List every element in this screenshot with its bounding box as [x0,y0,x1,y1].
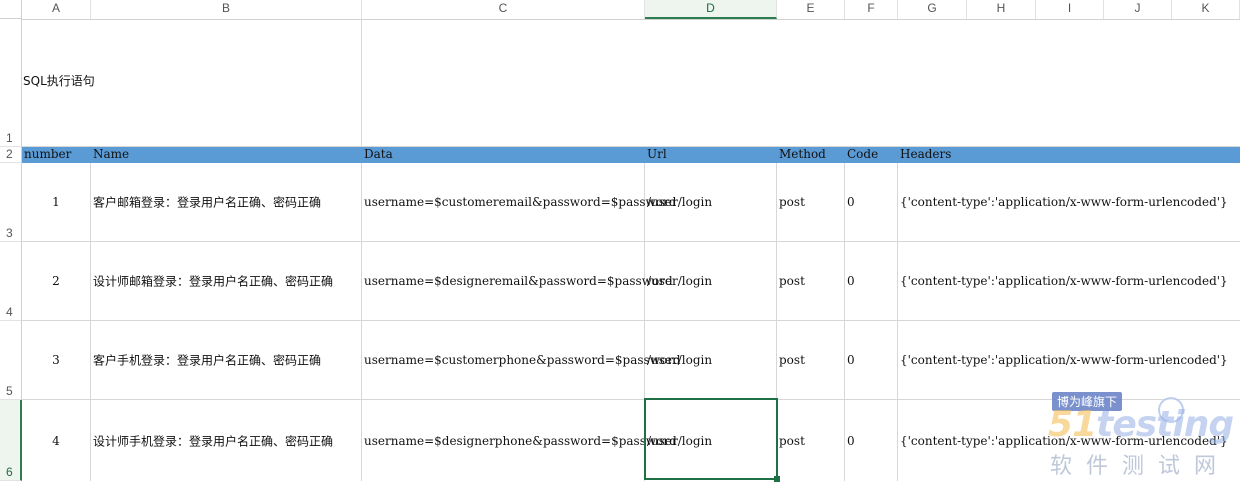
cell-url[interactable]: /user/login [645,242,777,320]
sql-title-text: SQL执行语句 [23,74,95,88]
cell-headers[interactable]: {'content-type':'application/x-www-form-… [898,163,1240,241]
cell-url[interactable]: /user/login [645,321,777,399]
selected-cell-d6[interactable] [644,398,778,480]
cell-a1-b1-merged[interactable]: SQL执行语句 [22,19,362,146]
watermark-brand: 51testing [1048,404,1234,445]
table-row: 2 设计师邮箱登录：登录用户名正确、密码正确 username=$designe… [22,242,1240,321]
watermark-logo: 博为峰旗下 51testing 软件测试网 [1040,390,1234,479]
sheet-row-1: SQL执行语句 [22,19,1240,147]
header-name[interactable]: Name [91,147,362,162]
cell-method[interactable]: post [777,321,845,399]
row-header-6[interactable]: 6 [0,400,22,481]
sheet-row-2-header: number Name Data Url Method Code Headers [22,147,1240,163]
cell-headers[interactable]: {'content-type':'application/x-www-form-… [898,242,1240,320]
table-row: 3 客户手机登录：登录用户名正确、密码正确 username=$customer… [22,321,1240,400]
cell-method[interactable]: post [777,163,845,241]
row-header-4[interactable]: 4 [0,242,22,321]
column-header-f[interactable]: F [845,0,898,19]
cell-data[interactable]: username=$designerphone&password=$passwo… [362,400,677,481]
column-header-bar: A B C D E F G H I J K [22,0,1240,20]
spreadsheet: A B C D E F G H I J K 1 2 3 4 5 6 SQL执行语… [0,0,1240,482]
column-header-e[interactable]: E [777,0,845,19]
column-header-b[interactable]: B [91,0,362,19]
cell-number[interactable]: 2 [22,242,91,320]
select-all-corner[interactable] [0,0,22,19]
column-header-i[interactable]: I [1036,0,1104,19]
column-header-j[interactable]: J [1104,0,1172,19]
cell-data[interactable]: username=$customeremail&password=$passwo… [362,163,676,241]
header-number[interactable]: number [22,147,91,162]
cell-c1-merged[interactable] [362,19,1240,146]
header-method[interactable]: Method [777,147,845,162]
column-header-g[interactable]: G [898,0,967,19]
column-header-h[interactable]: H [967,0,1036,19]
column-header-k[interactable]: K [1172,0,1240,19]
header-code[interactable]: Code [845,147,898,162]
header-data[interactable]: Data [362,147,645,162]
cell-number[interactable]: 3 [22,321,91,399]
fill-handle[interactable] [774,476,780,482]
row-header-2[interactable]: 2 [0,147,22,163]
cell-name[interactable]: 客户手机登录：登录用户名正确、密码正确 [91,321,362,399]
cell-data[interactable]: username=$designeremail&password=$passwo… [362,242,673,320]
column-header-a[interactable]: A [22,0,91,19]
cell-method[interactable]: post [777,400,845,481]
cell-code[interactable]: 0 [845,321,898,399]
cell-name[interactable]: 设计师手机登录：登录用户名正确、密码正确 [91,400,362,481]
row-header-1[interactable]: 1 [0,19,22,147]
column-header-c[interactable]: C [362,0,645,19]
cell-code[interactable]: 0 [845,163,898,241]
cell-number[interactable]: 4 [22,400,91,481]
column-header-d[interactable]: D [645,0,777,19]
cell-method[interactable]: post [777,242,845,320]
row-header-3[interactable]: 3 [0,163,22,242]
cell-url[interactable]: /user/login [645,163,777,241]
header-headers[interactable]: Headers [898,147,1240,162]
cell-name[interactable]: 客户邮箱登录：登录用户名正确、密码正确 [91,163,362,241]
cell-number[interactable]: 1 [22,163,91,241]
table-row: 1 客户邮箱登录：登录用户名正确、密码正确 username=$customer… [22,163,1240,242]
cell-name[interactable]: 设计师邮箱登录：登录用户名正确、密码正确 [91,242,362,320]
watermark-subtitle: 软件测试网 [1050,454,1231,479]
cell-code[interactable]: 0 [845,242,898,320]
cell-headers[interactable]: {'content-type':'application/x-www-form-… [898,321,1240,399]
header-url[interactable]: Url [645,147,777,162]
cell-data[interactable]: username=$customerphone&password=$passwo… [362,321,681,399]
row-header-5[interactable]: 5 [0,321,22,400]
cell-code[interactable]: 0 [845,400,898,481]
